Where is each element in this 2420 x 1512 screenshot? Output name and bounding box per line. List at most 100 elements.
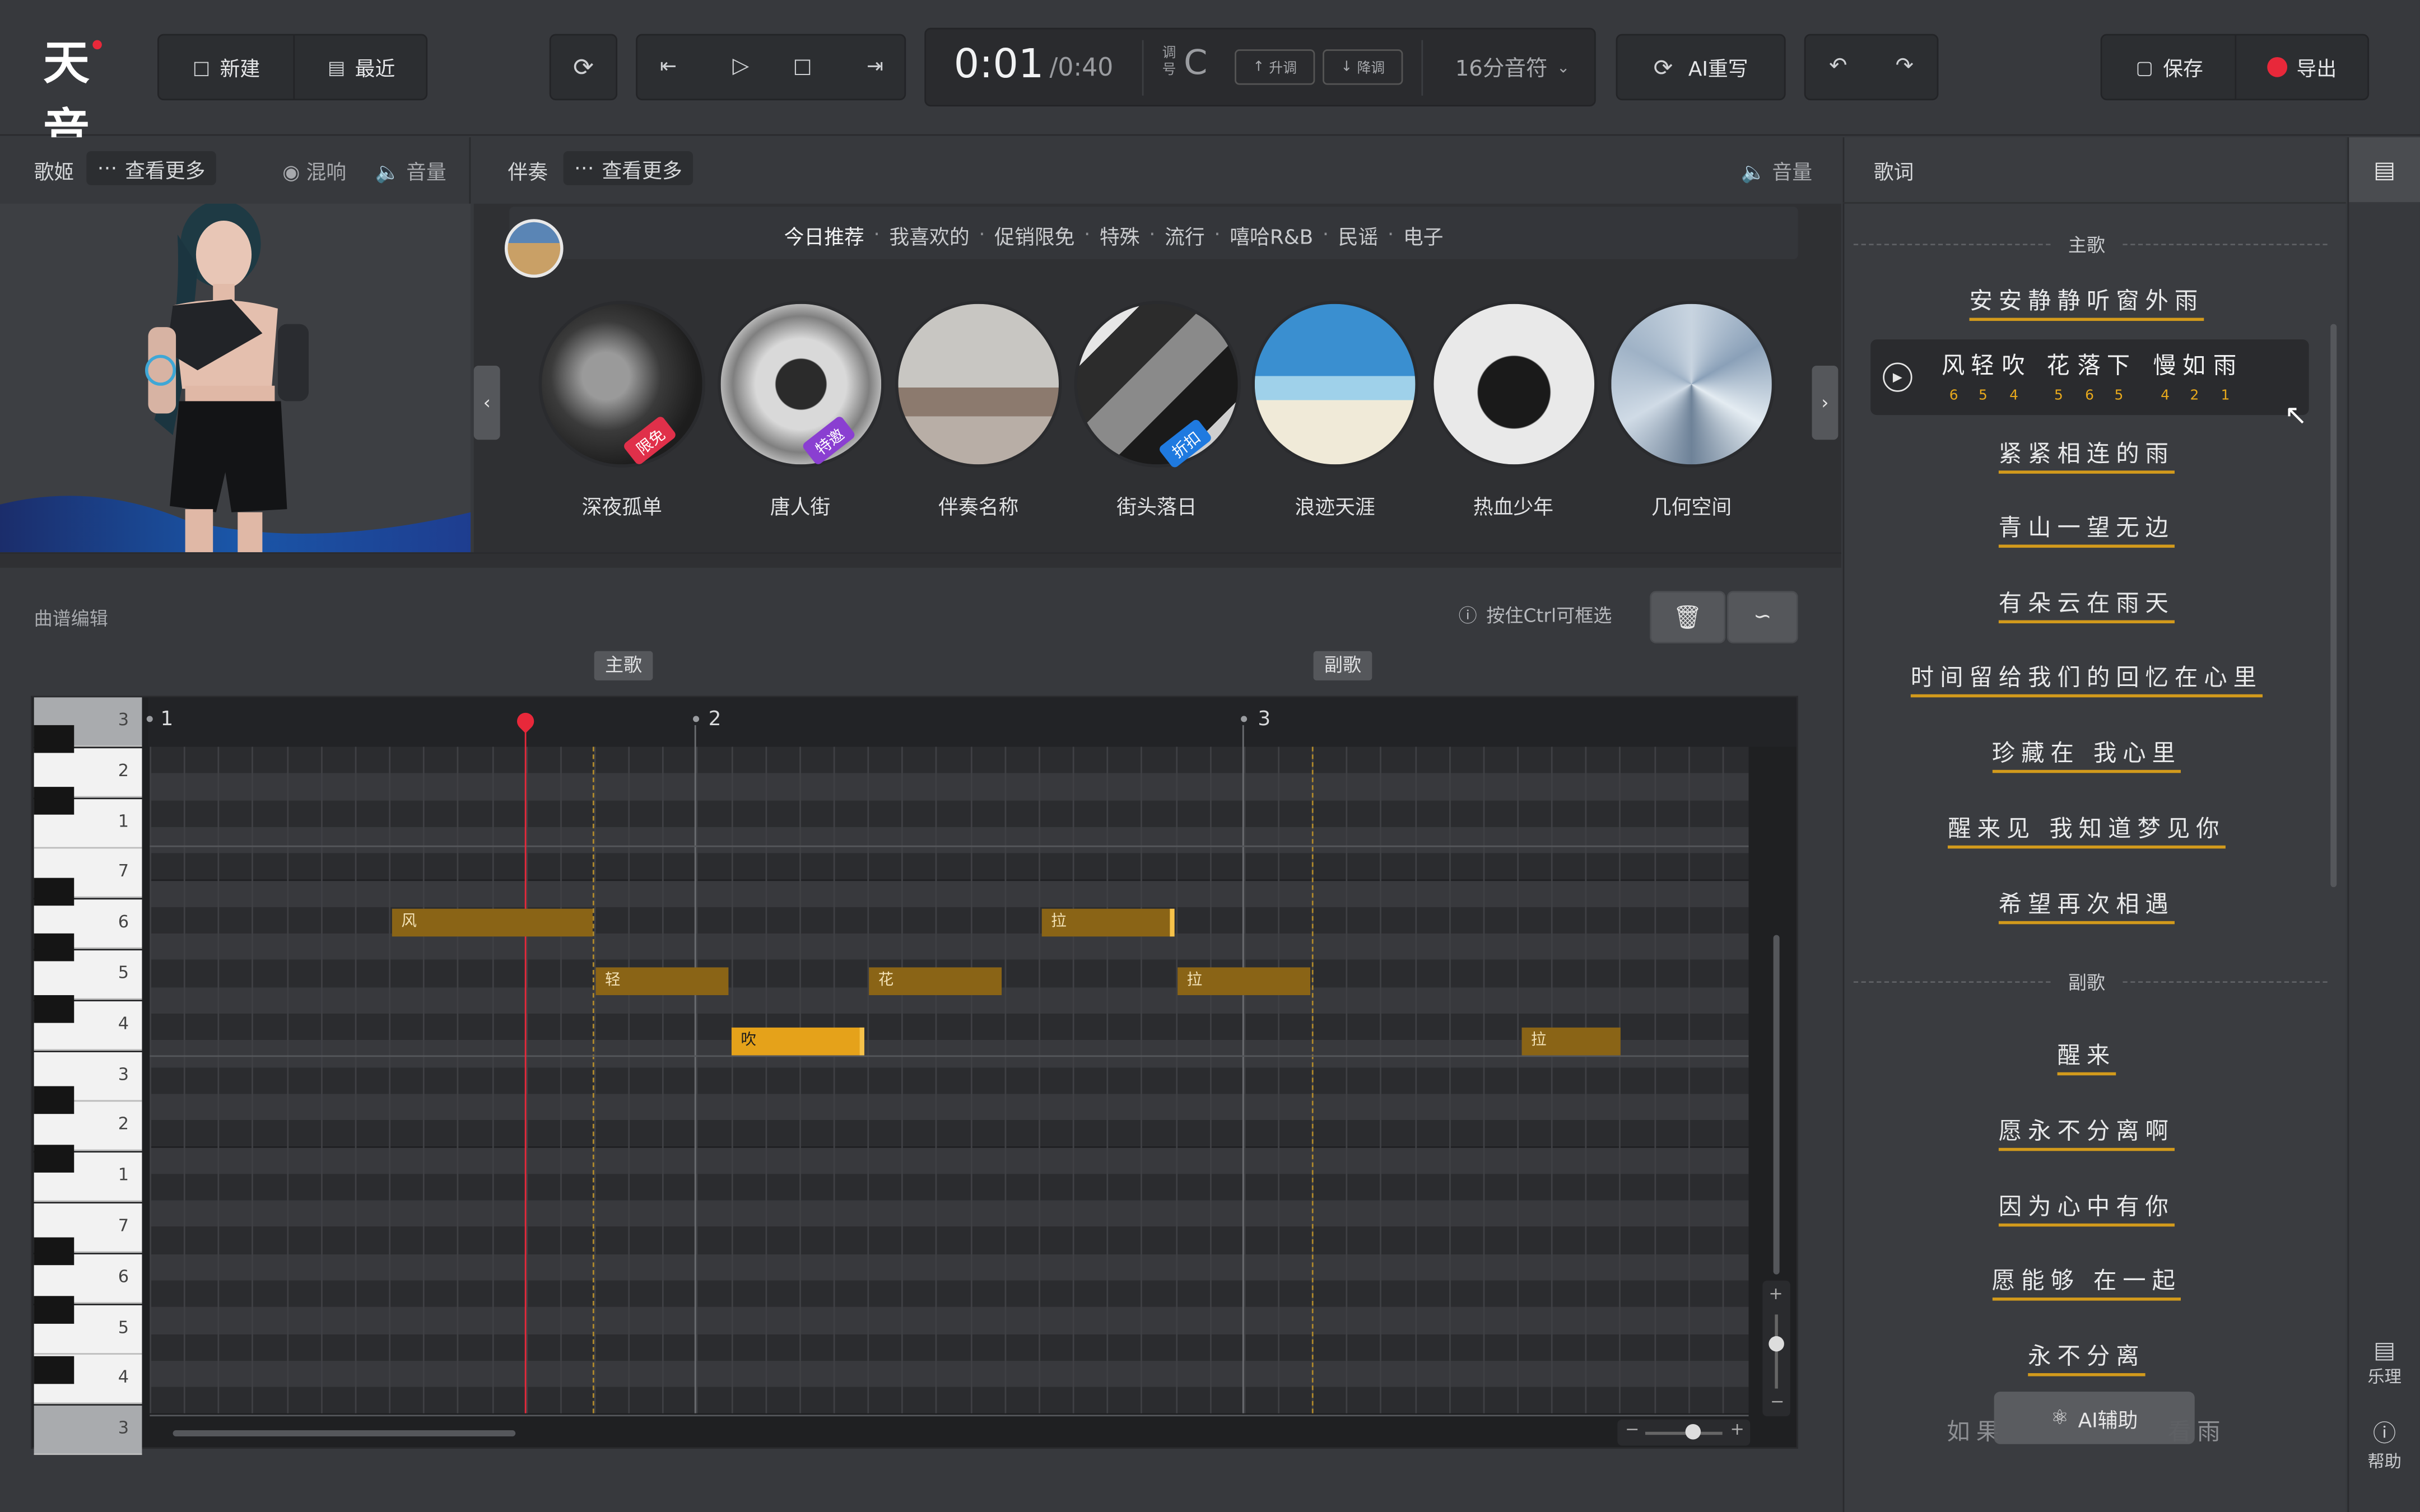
vertical-scrollbar[interactable] (1773, 935, 1780, 1275)
recent-button[interactable]: ▤ 最近 (295, 35, 426, 99)
category-1[interactable]: 我喜欢的 (889, 220, 969, 249)
vertical-zoom-control[interactable]: + − (1762, 1280, 1790, 1417)
verse-lyric-line[interactable]: 青山一望无边 (1846, 511, 2328, 548)
black-key[interactable] (34, 878, 75, 906)
verse-lyric-line[interactable]: 有朵云在雨天 (1846, 586, 2328, 624)
track-avatar-2[interactable] (716, 301, 884, 468)
verse-lyric-line[interactable]: 安安静静听窗外雨 (1846, 284, 2328, 321)
scroll-right-button[interactable]: › (1812, 365, 1839, 440)
verse-lyric-line[interactable]: 醒来见 我知道梦见你 (1846, 811, 2328, 849)
black-key[interactable] (34, 1356, 75, 1384)
scroll-left-button[interactable]: ‹ (473, 365, 500, 440)
active-lyric-char[interactable]: 风 (1942, 349, 1965, 381)
play-button[interactable]: ▷ (715, 41, 767, 91)
music-theory-button[interactable]: ▤ 乐理 (2355, 1336, 2414, 1404)
lyrics-doc-tab[interactable]: ▤ (2349, 137, 2420, 202)
singer-volume-button[interactable]: 🔈 音量 (375, 156, 446, 185)
note-block[interactable]: 吹 (731, 1027, 864, 1056)
category-6[interactable]: 民谣 (1338, 220, 1379, 249)
zoom-out-icon[interactable]: − (1770, 1392, 1784, 1412)
note-block[interactable]: 拉 (1041, 908, 1175, 937)
section-marker-verse[interactable]: 主歌 (594, 651, 653, 680)
ai-assist-button[interactable]: ⚛ AI辅助 (1994, 1392, 2195, 1444)
track-name-4[interactable]: 街头落日 (1073, 491, 1240, 520)
black-key[interactable] (34, 1237, 75, 1266)
track-name-7[interactable]: 几何空间 (1608, 491, 1775, 520)
reverb-button[interactable]: ◉ 混响 (282, 156, 346, 185)
active-lyric-char[interactable]: 如 (2182, 349, 2205, 381)
note-block[interactable]: 拉 (1521, 1027, 1621, 1056)
note-unit-select[interactable]: 16分音符 ⌄ (1439, 40, 1586, 96)
track-avatar-7[interactable] (1608, 301, 1775, 468)
active-lyric-char[interactable]: 落 (2077, 349, 2100, 381)
active-lyric-char[interactable]: 花 (2046, 349, 2069, 381)
timeline-ruler[interactable] (148, 697, 1797, 747)
link-button[interactable]: ∽ (1726, 591, 1798, 643)
track-name-6[interactable]: 热血少年 (1430, 491, 1597, 520)
chorus-lyric-line[interactable]: 愿永不分离啊 (1846, 1114, 2328, 1151)
verse-lyric-line[interactable]: 紧紧相连的雨 (1846, 437, 2328, 474)
black-key[interactable] (34, 1296, 75, 1324)
lower-key-button[interactable]: ↓ 降调 (1323, 49, 1403, 85)
singer-more-button[interactable]: ⋯ 查看更多 (86, 151, 216, 185)
track-name-3[interactable]: 伴奏名称 (895, 491, 1062, 520)
chorus-lyric-line[interactable]: 因为心中有你 (1846, 1189, 2328, 1227)
horizontal-scrollbar[interactable] (173, 1430, 516, 1436)
active-lyric-char[interactable]: 轻 (1971, 349, 1994, 381)
go-end-button[interactable]: ⇥ (849, 41, 901, 91)
loop-button[interactable]: ⟳ (549, 34, 618, 101)
export-button[interactable]: 导出 (2236, 35, 2367, 99)
key-value[interactable]: C (1184, 45, 1207, 83)
zoom-thumb[interactable] (1769, 1336, 1784, 1352)
black-key[interactable] (34, 1086, 75, 1114)
delete-button[interactable]: 🗑 (1650, 591, 1726, 643)
track-avatar-3[interactable] (895, 301, 1062, 468)
active-lyric-char[interactable]: 雨 (2213, 349, 2236, 381)
category-0[interactable]: 今日推荐 (784, 220, 864, 249)
black-key[interactable] (34, 725, 75, 753)
track-name-5[interactable]: 浪迹天涯 (1251, 491, 1418, 520)
zoom-out-icon[interactable]: − (1625, 1420, 1639, 1440)
category-4[interactable]: 流行 (1165, 220, 1205, 249)
undo-button[interactable]: ↶ (1812, 41, 1864, 91)
horizontal-zoom-control[interactable]: − + (1617, 1419, 1751, 1446)
verse-lyric-line[interactable]: 希望再次相遇 (1846, 887, 2328, 925)
chorus-lyric-line[interactable]: 愿能够 在一起 (1846, 1263, 2328, 1301)
chorus-lyric-line[interactable]: 永不分离 (1846, 1339, 2328, 1376)
ai-rewrite-button[interactable]: ⟳ AI重写 (1616, 34, 1786, 101)
black-key[interactable] (34, 1145, 75, 1173)
track-name-1[interactable]: 深夜孤单 (539, 491, 706, 520)
zoom-thumb[interactable] (1685, 1424, 1701, 1440)
chorus-lyric-line[interactable]: 醒来 (1846, 1038, 2328, 1076)
active-lyric-char[interactable]: 下 (2107, 349, 2130, 381)
user-avatar[interactable] (504, 219, 564, 278)
save-button[interactable]: ▢ 保存 (2102, 35, 2235, 99)
accomp-volume-button[interactable]: 🔈 音量 (1741, 156, 1812, 185)
category-7[interactable]: 电子 (1403, 220, 1444, 249)
raise-key-button[interactable]: ↑ 升调 (1235, 49, 1315, 85)
redo-button[interactable]: ↷ (1878, 41, 1931, 91)
note-block[interactable]: 拉 (1178, 967, 1311, 996)
zoom-in-icon[interactable]: + (1730, 1420, 1744, 1440)
track-avatar-4[interactable] (1073, 301, 1240, 468)
accomp-more-button[interactable]: ⋯ 查看更多 (563, 151, 694, 185)
verse-lyric-line[interactable]: 时间留给我们的回忆在心里 (1846, 660, 2328, 698)
track-avatar-5[interactable] (1251, 301, 1418, 468)
category-2[interactable]: 促销限免 (994, 220, 1074, 249)
active-lyric-char[interactable]: 吹 (2002, 349, 2025, 381)
black-key[interactable] (34, 995, 75, 1023)
track-name-2[interactable]: 唐人街 (717, 491, 884, 520)
help-button[interactable]: ⓘ 帮助 (2355, 1416, 2414, 1484)
zoom-in-icon[interactable]: + (1769, 1284, 1783, 1304)
note-block[interactable]: 花 (869, 967, 1002, 996)
verse-lyric-line[interactable]: 珍藏在 我心里 (1846, 736, 2328, 773)
note-block[interactable]: 轻 (595, 967, 729, 996)
category-3[interactable]: 特殊 (1100, 220, 1140, 249)
active-lyric-char[interactable]: 慢 (2153, 349, 2176, 381)
note-block[interactable]: 风 (392, 908, 593, 937)
stop-button[interactable]: □ (776, 41, 829, 91)
play-line-icon[interactable]: ▶ (1883, 362, 1912, 392)
lyrics-scrollbar[interactable] (2330, 324, 2337, 888)
track-avatar-1[interactable] (538, 301, 706, 468)
category-5[interactable]: 嘻哈R&B (1230, 220, 1313, 249)
